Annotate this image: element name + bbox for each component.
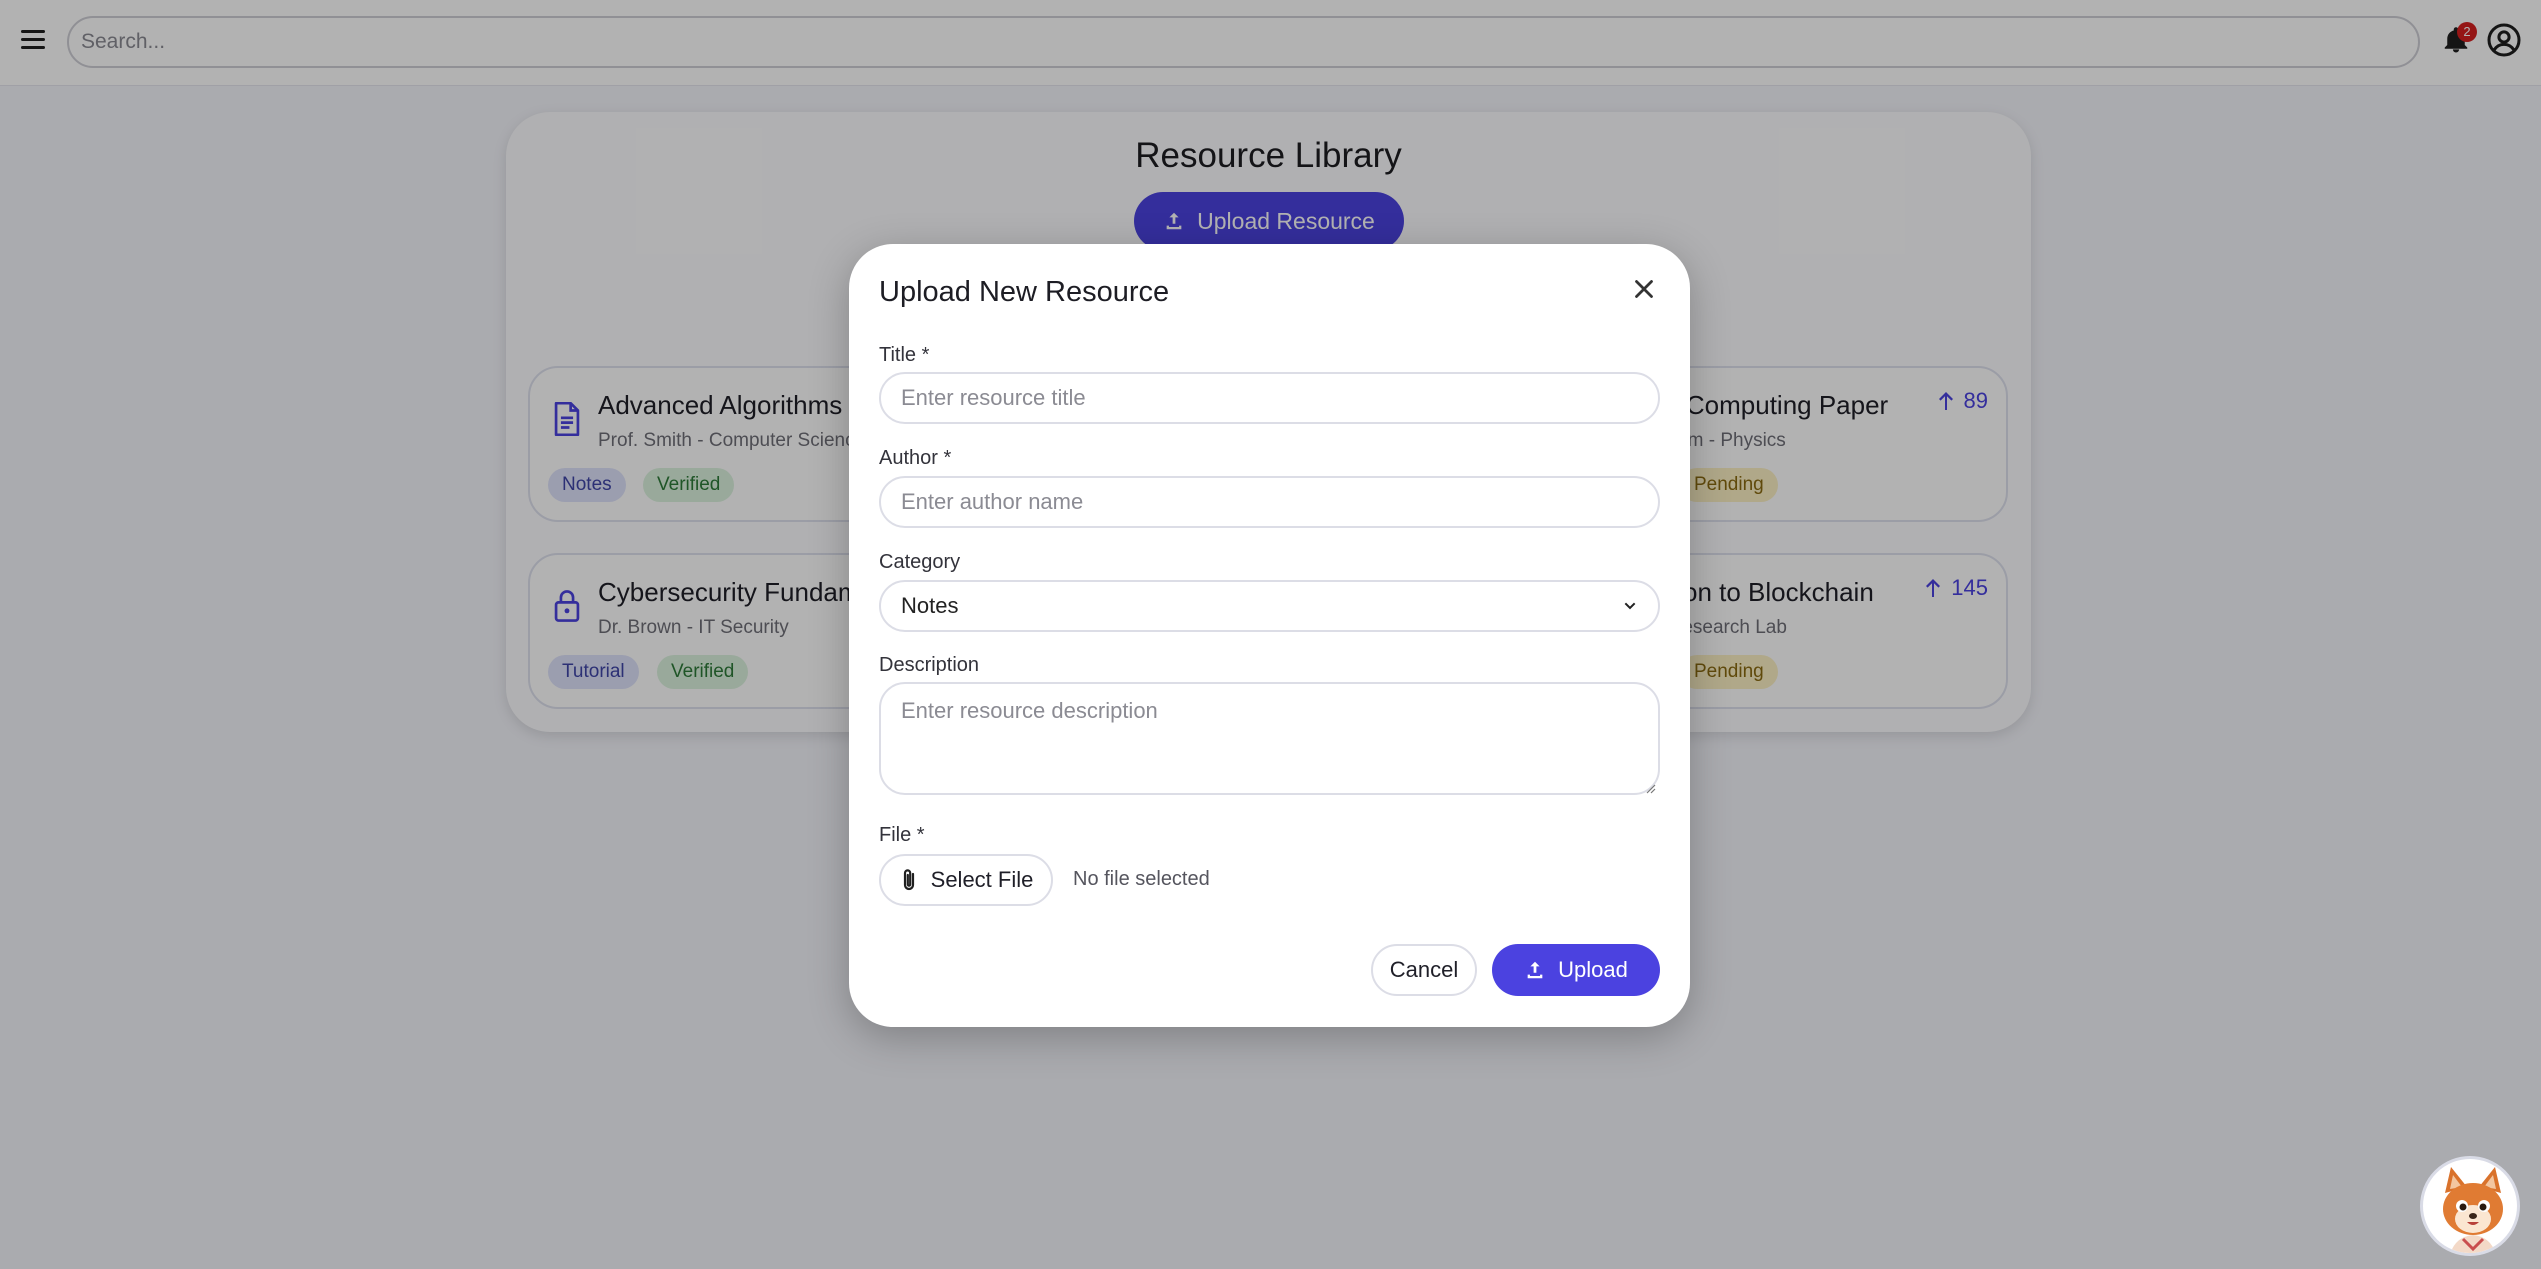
- chevron-down-icon: [1624, 602, 1636, 610]
- file-label: File *: [879, 824, 925, 846]
- upload-icon: [1527, 961, 1543, 979]
- author-input[interactable]: [879, 476, 1660, 528]
- select-file-button[interactable]: Select File: [879, 854, 1053, 906]
- category-label: Category: [879, 551, 961, 573]
- close-icon[interactable]: [1629, 274, 1659, 304]
- title-input[interactable]: [879, 372, 1660, 424]
- description-label: Description: [879, 654, 980, 676]
- cancel-button[interactable]: Cancel: [1371, 944, 1477, 996]
- assistant-avatar[interactable]: [2420, 1156, 2520, 1256]
- author-label: Author *: [879, 447, 952, 469]
- category-selected-value: Notes: [901, 593, 959, 618]
- resize-handle-icon[interactable]: [1646, 781, 1656, 794]
- upload-button[interactable]: Upload: [1492, 944, 1660, 996]
- upload-resource-dialog: Upload New Resource Title * Author * Cat…: [849, 244, 1690, 1027]
- category-select[interactable]: Notes: [879, 580, 1660, 632]
- dialog-title: Upload New Resource: [879, 276, 1170, 308]
- title-label: Title *: [879, 344, 930, 366]
- description-textarea[interactable]: [879, 682, 1660, 795]
- upload-label: Upload: [1558, 957, 1628, 982]
- select-file-label: Select File: [930, 867, 1034, 892]
- file-status-text: No file selected: [1073, 868, 1210, 890]
- paperclip-icon: [903, 869, 914, 891]
